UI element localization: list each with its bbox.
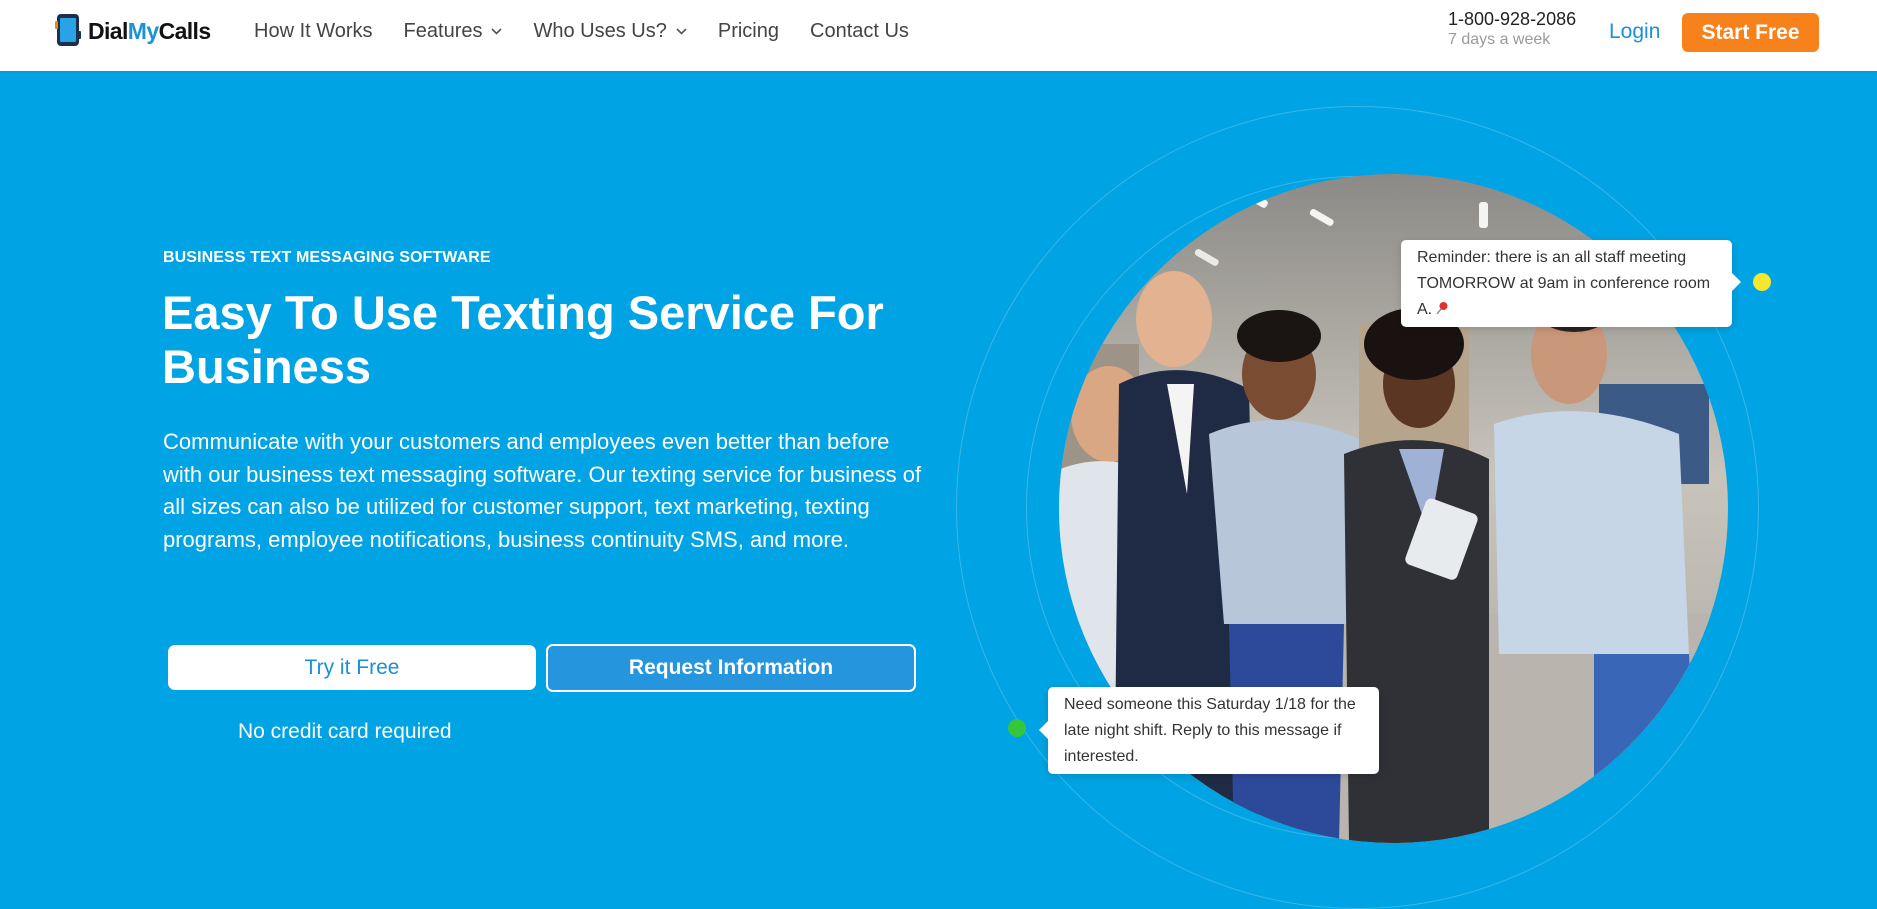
green-indicator-dot	[1008, 719, 1026, 737]
hero-description: Communicate with your customers and empl…	[163, 429, 922, 552]
site-header: DialMyCalls How It Works Features Who Us…	[0, 0, 1877, 71]
pushpin-icon	[1436, 302, 1448, 315]
logo-text: DialMyCalls	[88, 17, 211, 44]
hero-headline: Easy To Use Texting Service For Business	[162, 286, 884, 393]
yellow-indicator-dot	[1753, 273, 1771, 291]
nav-label: Contact Us	[810, 19, 909, 42]
nav-features[interactable]: Features	[404, 19, 503, 43]
main-nav: How It Works Features Who Uses Us? Prici…	[254, 19, 940, 43]
nav-label: Pricing	[717, 19, 779, 42]
no-credit-card-note: No credit card required	[238, 720, 452, 743]
phone-number[interactable]: 1-800-928-2086	[1448, 8, 1576, 30]
reminder-message-bubble: Reminder: there is an all staff meeting …	[1401, 240, 1741, 327]
shift-message-bubble: Need someone this Saturday 1/18 for the …	[1039, 687, 1379, 774]
try-it-free-button[interactable]: Try it Free	[168, 645, 536, 690]
nav-label: How It Works	[254, 19, 373, 42]
reminder-message-text: Reminder: there is an all staff meeting …	[1417, 249, 1711, 318]
start-free-button[interactable]: Start Free	[1682, 13, 1819, 52]
bubble-tail	[1732, 273, 1741, 291]
nav-label: Who Uses Us?	[533, 19, 667, 42]
nav-who-uses-us[interactable]: Who Uses Us?	[533, 19, 687, 43]
nav-label: Features	[403, 19, 483, 42]
support-hours: 7 days a week	[1448, 31, 1551, 48]
nav-pricing[interactable]: Pricing	[718, 19, 779, 43]
shift-message-text: Need someone this Saturday 1/18 for the …	[1064, 696, 1356, 765]
phone-contact: 1-800-928-2086 7 days a week	[1448, 8, 1576, 50]
chevron-down-icon	[676, 27, 687, 35]
chevron-down-icon	[491, 27, 503, 35]
nav-contact-us[interactable]: Contact Us	[810, 19, 909, 43]
login-link[interactable]: Login	[1609, 20, 1660, 44]
nav-how-it-works[interactable]: How It Works	[254, 19, 373, 43]
logo[interactable]: DialMyCalls	[55, 13, 211, 49]
hero-eyebrow: BUSINESS TEXT MESSAGING SOFTWARE	[163, 249, 491, 266]
request-information-button[interactable]: Request Information	[546, 644, 916, 692]
bubble-tail	[1039, 721, 1048, 739]
phone-logo-icon	[55, 14, 81, 46]
